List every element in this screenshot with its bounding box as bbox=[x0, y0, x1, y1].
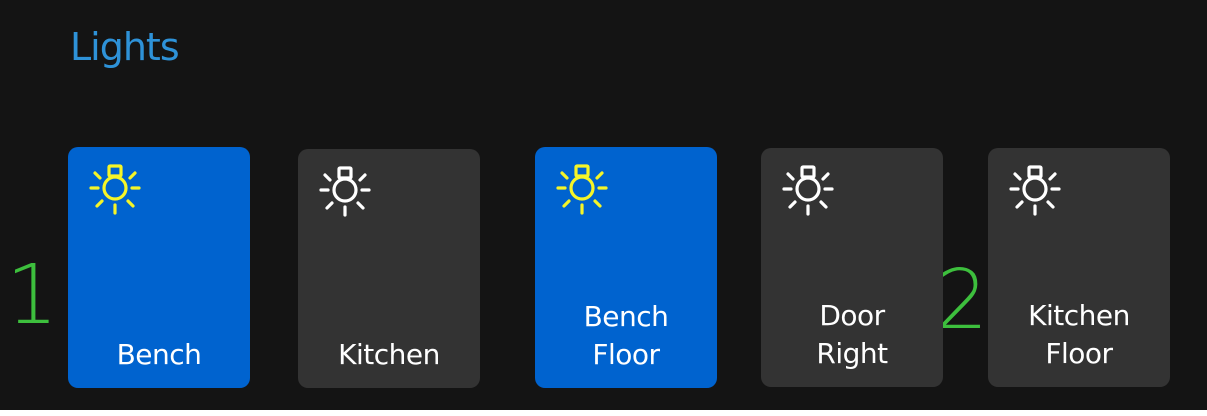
lightbulb-icon bbox=[1009, 165, 1061, 216]
light-tile-door-right[interactable]: Door Right bbox=[761, 148, 943, 387]
light-tile-bench-floor[interactable]: Bench Floor bbox=[535, 147, 717, 388]
page-title: Lights bbox=[70, 25, 180, 69]
light-tile-kitchen-floor[interactable]: Kitchen Floor bbox=[988, 148, 1170, 387]
lightbulb-icon bbox=[319, 166, 371, 217]
group-marker-1: 1 bbox=[6, 248, 59, 343]
light-tile-bench[interactable]: Bench bbox=[68, 147, 250, 388]
light-tile-label: Door Right bbox=[816, 299, 888, 370]
light-tile-label: Bench bbox=[116, 338, 202, 371]
light-tile-label: Bench Floor bbox=[583, 300, 669, 371]
light-tile-label: Kitchen bbox=[338, 338, 440, 371]
lightbulb-icon bbox=[782, 165, 834, 216]
light-tile-kitchen[interactable]: Kitchen bbox=[298, 149, 480, 388]
light-tile-label: Kitchen Floor bbox=[1028, 299, 1130, 370]
lightbulb-icon bbox=[556, 164, 608, 215]
lights-panel: Lights 1 2 Bench Kitchen Bench Floor Doo… bbox=[0, 0, 1207, 410]
group-marker-2: 2 bbox=[936, 253, 989, 348]
lightbulb-icon bbox=[89, 164, 141, 215]
